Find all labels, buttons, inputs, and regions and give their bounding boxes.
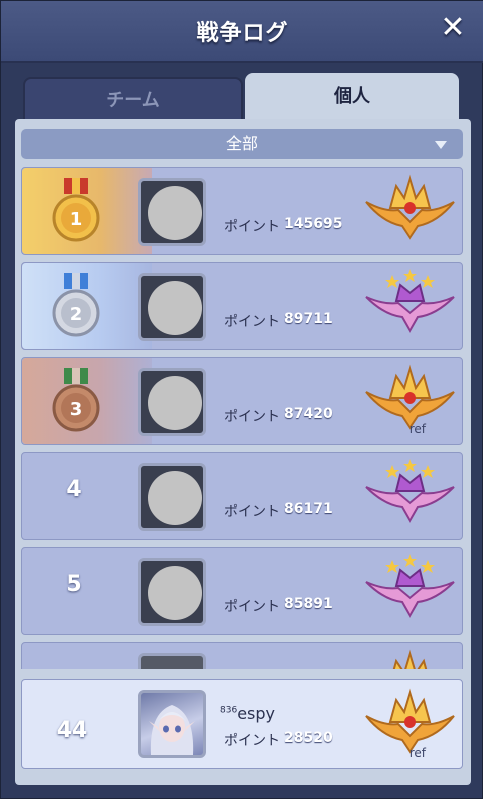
ranking-row[interactable]: 3 ポイント 87420 ref — [21, 357, 463, 445]
close-icon[interactable]: ✕ — [438, 13, 468, 43]
ranking-row[interactable]: 2 ポイント 89711 — [21, 262, 463, 350]
gold-crown-emblem-icon — [365, 174, 455, 240]
my-level: 836 — [220, 705, 238, 716]
avatar-mask — [148, 186, 202, 240]
medal-rank-label: 1 — [70, 209, 83, 230]
title-bar: 戦争ログ ✕ — [1, 1, 483, 63]
my-avatar — [138, 690, 206, 758]
medal-rank-label: 2 — [70, 304, 83, 325]
purple-winged-emblem-icon — [365, 459, 455, 524]
gold-crown-emblem-icon — [392, 649, 428, 669]
purple-winged-emblem-icon — [365, 554, 455, 619]
points-label: ポイント — [224, 504, 280, 520]
points-value: 145695 — [284, 216, 343, 232]
my-points-value: 28520 — [284, 730, 333, 746]
avatar-mask — [148, 376, 202, 430]
ranking-row[interactable]: 5 ポイント 85891 — [21, 547, 463, 635]
points-label: ポイント — [224, 314, 280, 330]
points-value: 86171 — [284, 501, 333, 517]
rank-number: 4 — [66, 477, 82, 502]
avatar-mask — [148, 471, 202, 525]
ranking-list[interactable]: 1 ポイント 145695 2 ポイント 89711 3 ポイント 87420 … — [21, 167, 463, 669]
avatar — [138, 558, 206, 626]
my-points-label: ポイント — [224, 733, 280, 749]
my-rank-number: 44 — [56, 718, 88, 743]
ranking-row[interactable]: 1 ポイント 145695 — [21, 167, 463, 255]
points-label: ポイント — [224, 219, 280, 235]
my-ref-label: ref — [409, 746, 426, 760]
ranking-row[interactable]: 4 ポイント 86171 — [21, 452, 463, 540]
avatar — [138, 653, 206, 669]
points-label: ポイント — [224, 409, 280, 425]
avatar — [138, 463, 206, 531]
avatar — [138, 368, 206, 436]
medal-rank-label: 3 — [70, 399, 83, 420]
my-ranking-row[interactable]: 44 836espy ポイント 28520 ref — [21, 679, 463, 769]
tab-individual[interactable]: 個人 — [245, 73, 459, 121]
my-name: espy — [237, 704, 275, 723]
purple-winged-emblem-icon — [365, 269, 455, 334]
points-value: 87420 — [284, 406, 333, 422]
silver-medal-icon: 2 — [52, 273, 100, 337]
points-label: ポイント — [224, 599, 280, 615]
rank-number: 5 — [66, 572, 82, 597]
points-value: 85891 — [284, 596, 333, 612]
my-player-name: 836espy — [220, 704, 275, 723]
filter-dropdown[interactable]: 全部 — [21, 129, 463, 159]
ref-label: ref — [409, 422, 426, 436]
bronze-medal-icon: 3 — [52, 368, 100, 432]
window-title: 戦争ログ — [196, 21, 289, 46]
avatar-mask — [148, 281, 202, 335]
avatar — [138, 178, 206, 246]
ranking-row[interactable] — [21, 642, 463, 669]
war-log-window: 戦争ログ ✕ チーム 個人 全部 1 ポイント 145695 2 ポイント 89… — [0, 0, 483, 799]
filter-selected-label: 全部 — [225, 134, 258, 153]
tab-team[interactable]: チーム — [23, 77, 243, 121]
gold-medal-icon: 1 — [52, 178, 100, 242]
points-value: 89711 — [284, 311, 333, 327]
chevron-down-icon — [435, 141, 447, 149]
avatar-mask — [148, 566, 202, 620]
avatar — [138, 273, 206, 341]
elf-character-portrait-icon — [149, 705, 195, 755]
